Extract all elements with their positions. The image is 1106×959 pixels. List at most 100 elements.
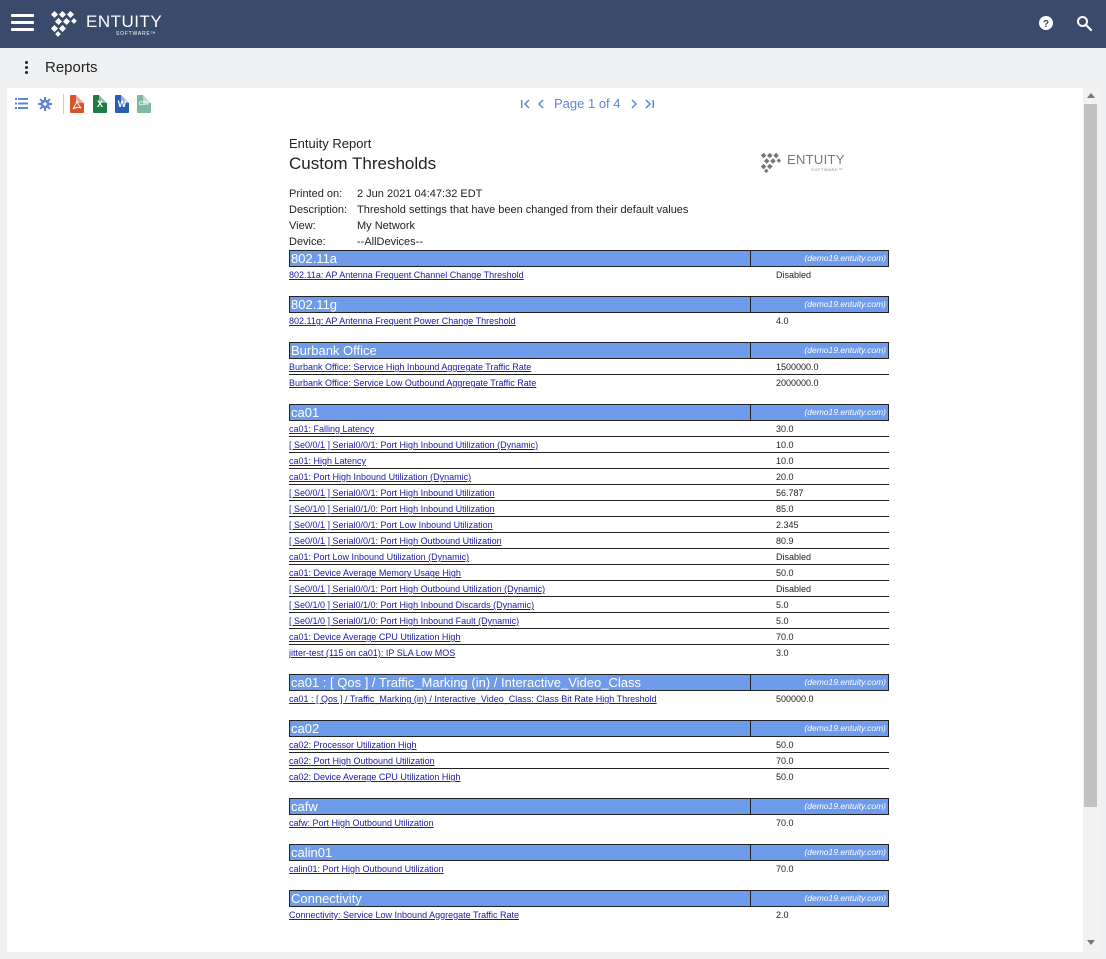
list-icon[interactable] <box>15 98 28 109</box>
threshold-value: 5.0 <box>776 600 789 610</box>
threshold-value: 4.0 <box>776 316 789 326</box>
threshold-link[interactable]: [ Se0/1/0 ] Serial0/1/0: Port High Inbou… <box>289 597 776 612</box>
section-name: Connectivity <box>290 891 751 906</box>
section-name: ca02 <box>290 721 751 736</box>
threshold-link[interactable]: ca01: Port Low Inbound Utilization (Dyna… <box>289 549 776 564</box>
csv-file-icon[interactable]: CSV <box>137 95 151 113</box>
threshold-link[interactable]: Burbank Office: Service Low Outbound Agg… <box>289 375 776 391</box>
table-row: ca01: Port High Inbound Utilization (Dyn… <box>289 469 889 485</box>
threshold-section: Connectivity (demo19.entuity.com) Connecti… <box>289 890 889 923</box>
table-row: cafw: Port High Outbound Utilization 70.0 <box>289 815 889 831</box>
word-file-icon[interactable]: W <box>115 95 129 113</box>
threshold-link[interactable]: ca02: Processor Utilization High <box>289 737 776 752</box>
threshold-link[interactable]: [ Se0/0/1 ] Serial0/0/1: Port High Inbou… <box>289 485 776 500</box>
threshold-value: 70.0 <box>776 632 794 642</box>
excel-file-icon[interactable]: X <box>93 95 107 113</box>
page-indicator: Page 1 of 4 <box>554 96 621 111</box>
threshold-link[interactable]: ca01: Falling Latency <box>289 421 776 436</box>
section-header: ca02 (demo19.entuity.com) <box>289 720 889 737</box>
threshold-link[interactable]: ca01: High Latency <box>289 453 776 468</box>
table-row: [ Se0/0/1 ] Serial0/0/1: Port High Outbo… <box>289 581 889 597</box>
help-icon[interactable]: ? <box>1038 15 1054 31</box>
table-row: [ Se0/1/0 ] Serial0/1/0: Port High Inbou… <box>289 501 889 517</box>
pagination: Page 1 of 4 <box>519 96 656 111</box>
meta-key: Description: <box>289 204 348 216</box>
threshold-value: 10.0 <box>776 456 794 466</box>
meta-row: Description: Threshold settings that have… <box>289 202 889 218</box>
table-row: ca01 : [ Qos ] / Traffic_Marking (in) / … <box>289 691 889 707</box>
section-name: ca01 : [ Qos ] / Traffic_Marking (in) / … <box>290 675 751 690</box>
threshold-value: 2.0 <box>776 910 789 920</box>
threshold-section: ca02 (demo19.entuity.com) ca02: Processor … <box>289 720 889 785</box>
threshold-value: 80.9 <box>776 536 794 546</box>
section-host: (demo19.entuity.com) <box>804 299 886 309</box>
threshold-link[interactable]: 802.11a: AP Antenna Frequent Channel Cha… <box>289 267 776 283</box>
threshold-link[interactable]: [ Se0/0/1 ] Serial0/0/1: Port High Outbo… <box>289 581 776 596</box>
section-header: Burbank Office (demo19.entuity.com) <box>289 342 889 359</box>
threshold-link[interactable]: [ Se0/0/1 ] Serial0/0/1: Port Low Inboun… <box>289 517 776 532</box>
table-row: Burbank Office: Service Low Outbound Agg… <box>289 375 889 391</box>
page-title: Reports <box>45 59 98 76</box>
threshold-link[interactable]: [ Se0/0/1 ] Serial0/0/1: Port High Inbou… <box>289 437 776 452</box>
pdf-file-icon[interactable] <box>70 95 84 113</box>
table-row: Connectivity: Service Low Inbound Aggreg… <box>289 907 889 923</box>
menu-icon[interactable] <box>11 13 34 33</box>
threshold-link[interactable]: cafw: Port High Outbound Utilization <box>289 815 776 831</box>
first-page-icon[interactable] <box>519 97 531 111</box>
section-header: ca01 (demo19.entuity.com) <box>289 404 889 421</box>
section-name: 802.11a <box>290 251 751 266</box>
scroll-up-icon[interactable] <box>1087 93 1095 98</box>
threshold-value: 20.0 <box>776 472 794 482</box>
threshold-link[interactable]: ca01: Device Average CPU Utilization Hig… <box>289 629 776 644</box>
previous-page-icon[interactable] <box>535 97 547 111</box>
meta-value: 2 Jun 2021 04:47:32 EDT <box>357 188 483 200</box>
threshold-value: Disabled <box>776 270 812 280</box>
scrollbar-thumb[interactable] <box>1084 104 1097 807</box>
pdf-glyph-icon <box>72 99 82 110</box>
search-icon[interactable] <box>1076 15 1092 31</box>
threshold-link[interactable]: [ Se0/1/0 ] Serial0/1/0: Port High Inbou… <box>289 613 776 628</box>
more-vert-icon[interactable] <box>25 61 29 75</box>
threshold-link[interactable]: jitter-test (115 on ca01): IP SLA Low MO… <box>289 645 776 661</box>
threshold-link[interactable]: ca02: Device Average CPU Utilization Hig… <box>289 769 776 785</box>
threshold-value: 3.0 <box>776 648 789 658</box>
section-header: ca01 : [ Qos ] / Traffic_Marking (in) / … <box>289 674 889 691</box>
threshold-value: 5.0 <box>776 616 789 626</box>
entuity-logo[interactable]: ENTUITY SOFTWARE™ <box>49 9 169 39</box>
gear-icon[interactable] <box>38 97 52 111</box>
threshold-link[interactable]: ca01: Device Average Memory Usage High <box>289 565 776 580</box>
scroll-down-icon[interactable] <box>1087 940 1095 945</box>
threshold-link[interactable]: ca02: Port High Outbound Utilization <box>289 753 776 768</box>
threshold-link[interactable]: ca01: Port High Inbound Utilization (Dyn… <box>289 469 776 484</box>
threshold-link[interactable]: 802.11g: AP Antenna Frequent Power Chang… <box>289 313 776 329</box>
last-page-icon[interactable] <box>644 97 656 111</box>
table-row: calin01: Port High Outbound Utilization 7… <box>289 861 889 877</box>
meta-row: View: My Network <box>289 218 889 234</box>
threshold-link[interactable]: Connectivity: Service Low Inbound Aggreg… <box>289 907 776 923</box>
table-row: [ Se0/0/1 ] Serial0/0/1: Port High Inbou… <box>289 437 889 453</box>
section-name: Burbank Office <box>290 343 751 358</box>
table-row: Burbank Office: Service High Inbound Agg… <box>289 359 889 375</box>
threshold-sections: 802.11a (demo19.entuity.com) 802.11a: AP A… <box>289 250 889 923</box>
section-host: (demo19.entuity.com) <box>804 801 886 811</box>
threshold-link[interactable]: ca01 : [ Qos ] / Traffic_Marking (in) / … <box>289 691 776 707</box>
threshold-value: 85.0 <box>776 504 794 514</box>
svg-text:?: ? <box>1043 19 1049 30</box>
table-row: ca02: Device Average CPU Utilization Hig… <box>289 769 889 785</box>
threshold-value: 500000.0 <box>776 694 814 704</box>
section-name: calin01 <box>290 845 751 860</box>
threshold-section: 802.11a (demo19.entuity.com) 802.11a: AP A… <box>289 250 889 283</box>
threshold-value: 30.0 <box>776 424 794 434</box>
threshold-value: 50.0 <box>776 772 794 782</box>
table-row: ca02: Processor Utilization High 50.0 <box>289 737 889 753</box>
next-page-icon[interactable] <box>628 97 640 111</box>
section-host: (demo19.entuity.com) <box>804 407 886 417</box>
report-logo-wordmark: ENTUITY <box>787 152 845 167</box>
threshold-link[interactable]: Burbank Office: Service High Inbound Agg… <box>289 359 776 374</box>
threshold-section: Burbank Office (demo19.entuity.com) Burban… <box>289 342 889 391</box>
threshold-link[interactable]: [ Se0/0/1 ] Serial0/0/1: Port High Outbo… <box>289 533 776 548</box>
threshold-value: Disabled <box>776 552 812 562</box>
threshold-link[interactable]: [ Se0/1/0 ] Serial0/1/0: Port High Inbou… <box>289 501 776 516</box>
threshold-link[interactable]: calin01: Port High Outbound Utilization <box>289 861 776 877</box>
threshold-value: Disabled <box>776 584 812 594</box>
